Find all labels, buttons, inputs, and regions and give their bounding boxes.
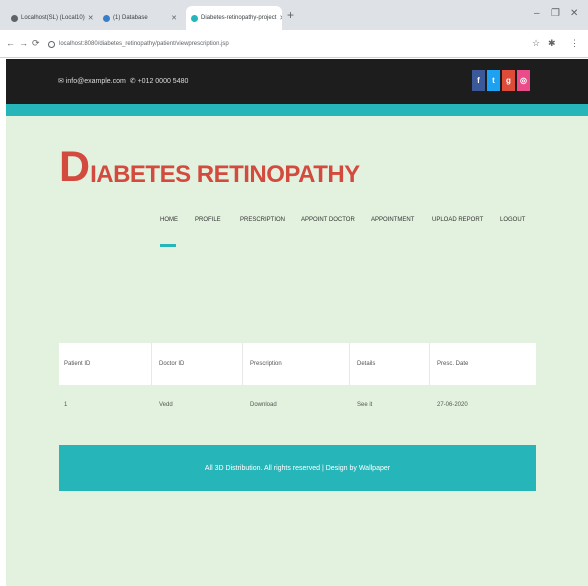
download-link[interactable]: Download — [250, 402, 277, 408]
facebook-icon[interactable]: f — [472, 70, 485, 91]
twitter-icon[interactable]: t — [487, 70, 500, 91]
contact-phone: +012 0000 5480 — [137, 78, 189, 85]
column-header: Doctor ID — [159, 361, 185, 367]
contact-email[interactable]: info@example.com — [66, 78, 126, 85]
nav-logout[interactable]: LOGOUT — [500, 217, 525, 223]
browser-tab-strip: Localhost(SL) (Local10) ✕ (1) Database ✕… — [0, 0, 588, 30]
cell-patient-id: 1 — [64, 402, 68, 408]
site-top-bar: ✉ info@example.com ✆ +012 0000 5480 f t … — [6, 59, 588, 104]
column-divider — [151, 343, 152, 385]
back-icon[interactable]: ← — [6, 38, 15, 48]
reload-icon[interactable]: ⟳ — [32, 38, 40, 49]
tab-close-icon[interactable]: ✕ — [171, 14, 177, 22]
tab-label: Localhost(SL) (Local10) — [21, 15, 85, 21]
nav-upload-report[interactable]: UPLOAD REPORT — [432, 217, 483, 223]
tab-label: Diabetes-retinopathy-project — [201, 15, 277, 21]
cell-presc-date: 27-06-2020 — [437, 402, 468, 408]
accent-strip — [6, 104, 588, 116]
browser-address-bar: ← → ⟳ localhost:8080/diabetes_retinopath… — [0, 30, 588, 58]
logo-text: IABETES RETINOPATHY — [90, 161, 360, 188]
bookmark-star-icon[interactable]: ☆ — [532, 38, 540, 49]
dribbble-icon[interactable]: ◎ — [517, 70, 530, 91]
nav-profile[interactable]: PROFILE — [195, 217, 221, 223]
tab-favicon-icon — [191, 14, 198, 22]
site-logo[interactable]: DIABETES RETINOPATHY — [59, 146, 360, 189]
envelope-icon: ✉ — [58, 78, 64, 85]
nav-prescription[interactable]: PRESCRIPTION — [240, 217, 285, 223]
table-header-row: Patient ID Doctor ID Prescription Detail… — [59, 343, 536, 385]
column-header: Presc. Date — [437, 361, 469, 367]
prescription-table: Patient ID Doctor ID Prescription Detail… — [59, 343, 536, 423]
logo-initial: D — [59, 143, 91, 191]
tab-favicon-icon — [11, 14, 18, 22]
forward-icon[interactable]: → — [19, 38, 28, 48]
tab-label: (1) Database — [113, 15, 148, 21]
browser-tab[interactable]: Localhost(SL) (Local10) ✕ — [6, 6, 94, 30]
contact-info: ✉ info@example.com ✆ +012 0000 5480 — [58, 77, 188, 85]
nav-appointment[interactable]: APPOINTMENT — [371, 217, 414, 223]
column-header: Patient ID — [64, 361, 91, 367]
tab-favicon-icon — [103, 14, 110, 22]
url-field[interactable]: localhost:8080/diabetes_retinopathy/pati… — [48, 35, 518, 53]
browser-menu-icon[interactable]: ⋮ — [570, 38, 579, 49]
nav-appoint-doctor[interactable]: APPOINT DOCTOR — [301, 217, 355, 223]
browser-tab-active[interactable]: Diabetes-retinopathy-project ✕ — [186, 6, 282, 30]
column-header: Prescription — [250, 361, 282, 367]
footer-text: All 3D Distribution. All rights reserved… — [204, 464, 391, 472]
site-footer: All 3D Distribution. All rights reserved… — [59, 445, 536, 491]
maximize-icon[interactable]: ❐ — [551, 8, 560, 19]
details-link[interactable]: See it — [357, 402, 372, 408]
site-info-icon[interactable] — [48, 40, 55, 48]
column-divider — [242, 343, 243, 385]
extensions-icon[interactable]: ✱ — [548, 38, 556, 49]
active-nav-indicator — [160, 244, 176, 247]
page-body: DIABETES RETINOPATHY HOME PROFILE PRESCR… — [6, 116, 588, 586]
nav-home[interactable]: HOME — [160, 217, 178, 223]
column-divider — [349, 343, 350, 385]
tab-close-icon[interactable]: ✕ — [279, 14, 282, 22]
column-divider — [429, 343, 430, 385]
new-tab-button[interactable]: + — [287, 9, 294, 21]
column-header: Details — [357, 361, 376, 367]
url-text: localhost:8080/diabetes_retinopathy/pati… — [59, 41, 229, 47]
cell-doctor-id: Vedd — [159, 402, 173, 408]
phone-icon: ✆ — [127, 78, 136, 85]
browser-tab[interactable]: (1) Database ✕ — [98, 6, 182, 30]
minimize-icon[interactable]: – — [534, 8, 540, 19]
close-window-icon[interactable]: ✕ — [570, 8, 578, 19]
table-row: 1 Vedd Download See it 27-06-2020 — [59, 385, 536, 423]
google-plus-icon[interactable]: g — [502, 70, 515, 91]
tab-close-icon[interactable]: ✕ — [88, 14, 94, 22]
